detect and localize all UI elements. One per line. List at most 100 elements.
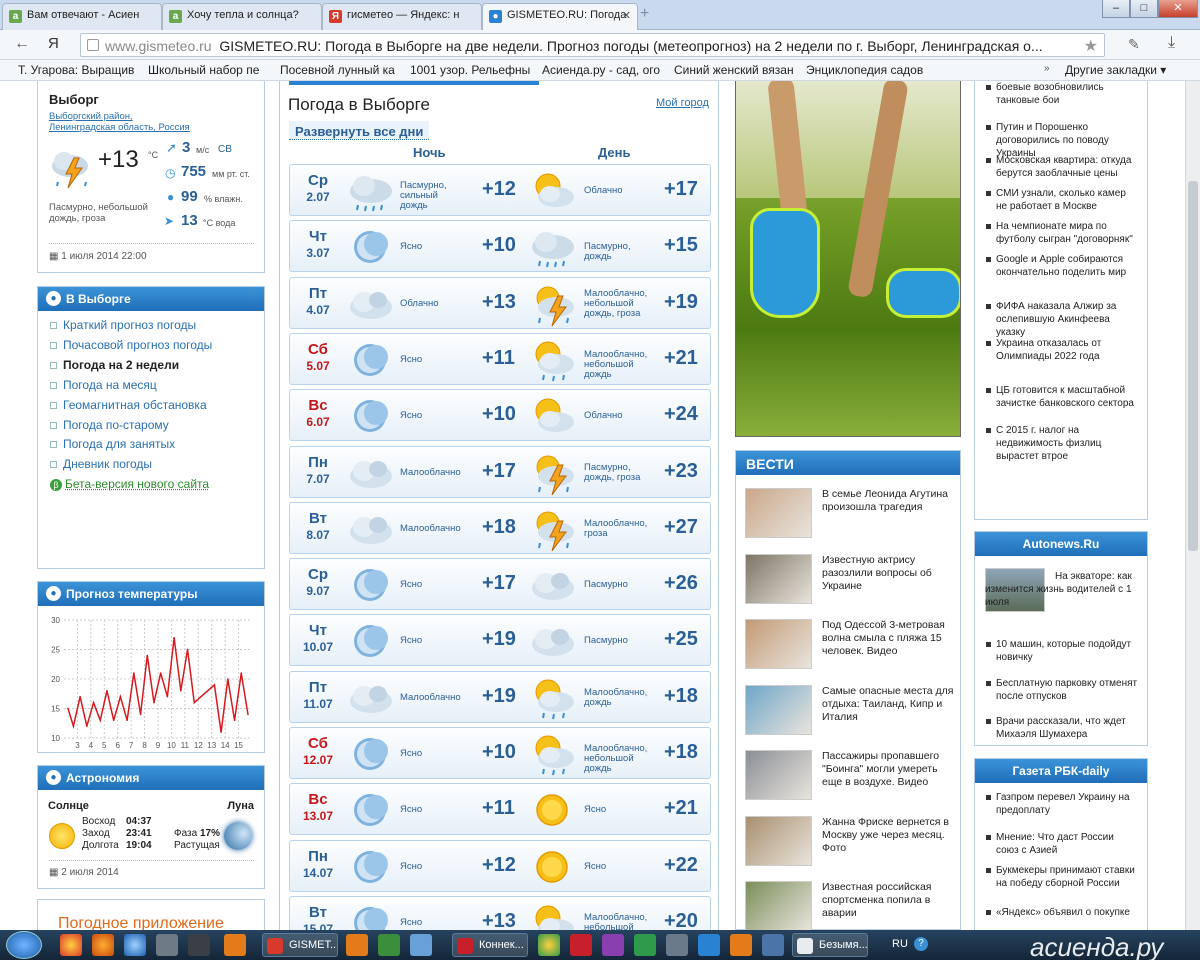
taskbar-gismeteo[interactable]: GISMET... — [262, 933, 338, 957]
minimize-button[interactable]: – — [1102, 0, 1130, 18]
forecast-day-row[interactable]: Ср 2.07 Пасмурно, сильный дождь +12 Облачно +… — [289, 164, 711, 216]
app-icon[interactable] — [666, 934, 688, 956]
ie-icon[interactable] — [124, 934, 146, 956]
chevron-right-icon[interactable]: » — [1044, 63, 1050, 74]
player-icon[interactable] — [224, 934, 246, 956]
vesti-headline[interactable]: Самые опасные места для отдыха: Таиланд,… — [822, 685, 955, 724]
tab-2[interactable]: a Хочу тепла и солнца? — [162, 3, 322, 30]
beta-site-link[interactable]: β Бета-версия нового сайта — [50, 477, 209, 491]
star-icon[interactable]: ★ — [1083, 36, 1098, 56]
forecast-day-row[interactable]: Вс 6.07 Ясно +10 Облачно +24 — [289, 389, 711, 442]
vk-icon[interactable] — [762, 934, 784, 956]
news-item[interactable]: Google и Apple собираются окончательно п… — [986, 253, 1138, 279]
scrollbar[interactable] — [1185, 81, 1200, 930]
news-headline[interactable]: СМИ узнали, сколько камер не работает в … — [996, 188, 1126, 212]
language-indicator[interactable]: RU — [892, 938, 908, 950]
nav-item-current[interactable]: Погода на 2 недели — [50, 358, 179, 372]
app-icon[interactable] — [378, 934, 400, 956]
app-promo-title[interactable]: Погодное приложение — [58, 915, 224, 930]
forecast-day-row[interactable]: Вс 13.07 Ясно +11 Ясно +21 — [289, 783, 711, 836]
app-icon[interactable] — [634, 934, 656, 956]
vesti-thumbnail[interactable] — [745, 750, 812, 800]
nav-item[interactable]: Почасовой прогноз погоды — [50, 338, 212, 352]
chrome-icon[interactable] — [60, 934, 82, 956]
vesti-headline[interactable]: Пассажиры пропавшего "Боинга" могли умер… — [822, 750, 955, 789]
nav-item[interactable]: Дневник погоды — [50, 457, 152, 471]
vesti-thumbnail[interactable] — [745, 488, 812, 538]
vesti-thumbnail[interactable] — [745, 684, 812, 735]
vesti-item[interactable]: Известную актрису разозлили вопросы об У… — [745, 553, 955, 606]
tab-3[interactable]: Ягисметео — Яндекс: н — [322, 3, 482, 30]
forecast-day-row[interactable]: Пн 7.07 Малооблачно +17 Пасмурно, дождь, гро… — [289, 445, 711, 498]
bookmark-item[interactable]: Школьный набор пе — [148, 63, 268, 77]
news-item[interactable]: С 2015 г. налог на недвижимость физлиц в… — [986, 424, 1138, 463]
vesti-item[interactable]: Известная российская спортсменка попила … — [745, 881, 955, 930]
forecast-day-row[interactable]: Ср 9.07 Ясно +17 Пасмурно +26 — [289, 558, 711, 611]
forecast-day-row[interactable]: Чт 10.07 Ясно +19 Пасмурно +25 — [289, 614, 711, 667]
vesti-thumbnail[interactable] — [745, 881, 812, 930]
news-headline[interactable]: ЦБ готовится к масштабной зачистке банко… — [996, 385, 1134, 409]
region-link[interactable]: Ленинградская область, — [49, 122, 156, 133]
vesti-thumbnail[interactable] — [745, 619, 812, 669]
media-icon[interactable] — [188, 934, 210, 956]
start-button[interactable] — [6, 931, 42, 959]
vesti-headline[interactable]: Известную актрису разозлили вопросы об У… — [822, 554, 955, 593]
maximize-button[interactable]: □ — [1130, 0, 1158, 18]
tools-icon[interactable]: ✎ — [1128, 36, 1140, 53]
new-tab-button[interactable]: + — [640, 5, 649, 23]
scrollbar-thumb[interactable] — [1188, 181, 1198, 551]
vesti-item[interactable]: Самые опасные места для отдыха: Таиланд,… — [745, 684, 955, 737]
district-link[interactable]: Выборгский район, — [49, 111, 190, 122]
news-headline[interactable]: Московская квартира: откуда берутся заоб… — [996, 155, 1131, 179]
expand-all-button[interactable]: Развернуть все дни — [289, 121, 430, 140]
other-bookmarks[interactable]: Другие закладки ▾ — [1065, 63, 1166, 77]
bookmark-item[interactable]: Асиенда.ру - сад, ого — [542, 63, 662, 77]
app-icon[interactable] — [602, 934, 624, 956]
ad-photo[interactable] — [735, 81, 961, 437]
bookmark-item[interactable]: Посевной лунный ка — [280, 63, 398, 77]
forecast-day-row[interactable]: Сб 5.07 Ясно +11 Малооблачно, небольшой дожд… — [289, 332, 711, 385]
news-item[interactable]: боевые возобновились танковые бои — [986, 81, 1138, 107]
forecast-day-row[interactable]: Пн 14.07 Ясно +12 Ясно +22 — [289, 839, 711, 892]
app-icon[interactable] — [410, 934, 432, 956]
bookmark-item[interactable]: Т. Угарова: Выращив — [18, 63, 136, 77]
forecast-day-row[interactable]: Пт 11.07 Малооблачно +19 Малооблачно, дождь +… — [289, 670, 711, 723]
vesti-thumbnail[interactable] — [745, 553, 812, 604]
rbk-item[interactable]: Газпром перевел Украину на предоплату — [986, 791, 1138, 817]
vesti-item[interactable]: Жанна Фриске вернется в Москву уже через… — [745, 815, 955, 868]
autonews-headline[interactable]: Бесплатную парковку отменят после отпуск… — [996, 678, 1137, 702]
forecast-day-row[interactable]: Сб 12.07 Ясно +10 Малооблачно, небольшой дож… — [289, 727, 711, 779]
bookmark-item[interactable]: Синий женский вязан — [674, 63, 794, 77]
rbk-item[interactable]: «Яндекс» объявил о покупке — [986, 906, 1138, 919]
rbk-headline[interactable]: Букмекеры принимают ставки на победу сбо… — [996, 865, 1135, 889]
news-item[interactable]: Украина отказалась от Олимпиады 2022 год… — [986, 337, 1138, 363]
vesti-headline[interactable]: Известная российская спортсменка попила … — [822, 881, 955, 920]
autonews-lead[interactable]: На экваторе: как изменится жизнь водител… — [985, 570, 1137, 609]
news-headline[interactable]: На чемпионате мира по футболу сыгран "до… — [996, 221, 1133, 245]
rbk-headline[interactable]: Газпром перевел Украину на предоплату — [996, 792, 1130, 816]
news-headline[interactable]: Украина отказалась от Олимпиады 2022 год… — [996, 338, 1101, 362]
forecast-day-row[interactable]: Вт 8.07 Малооблачно +18 Малооблачно, гроза +2… — [289, 501, 711, 554]
nav-item[interactable]: Погода по-старому — [50, 418, 169, 432]
vesti-item[interactable]: Пассажиры пропавшего "Боинга" могли умер… — [745, 750, 955, 802]
taskbar-connect[interactable]: Коннек... — [452, 933, 528, 957]
firefox-icon[interactable] — [92, 934, 114, 956]
back-button[interactable]: ← — [14, 35, 30, 53]
forecast-day-row[interactable]: Чт 3.07 Ясно +10 Пасмурно, дождь +15 — [289, 220, 711, 273]
news-item[interactable]: ЦБ готовится к масштабной зачистке банко… — [986, 384, 1138, 410]
vesti-thumbnail[interactable] — [745, 815, 812, 866]
help-icon[interactable]: ? — [914, 937, 928, 951]
ok-icon[interactable] — [346, 934, 368, 956]
news-item[interactable]: Московская квартира: откуда берутся заоб… — [986, 154, 1138, 180]
rbk-item[interactable]: Мнение: Что даст России союз с Азией — [986, 831, 1138, 857]
ok-icon[interactable] — [730, 934, 752, 956]
nav-item[interactable]: Погода на месяц — [50, 378, 157, 392]
download-icon[interactable]: ⤓ — [1168, 34, 1175, 52]
nav-item[interactable]: Погода для занятых — [50, 437, 175, 451]
yandex-button[interactable]: Я — [48, 35, 59, 52]
vesti-item[interactable]: Под Одессой 3-метровая волна смыла с пля… — [745, 619, 955, 671]
app-icon[interactable] — [698, 934, 720, 956]
news-headline[interactable]: Google и Apple собираются окончательно п… — [996, 254, 1126, 278]
app-promo-box[interactable]: Погодное приложение — [37, 899, 265, 930]
nav-item[interactable]: Геомагнитная обстановка — [50, 398, 207, 412]
